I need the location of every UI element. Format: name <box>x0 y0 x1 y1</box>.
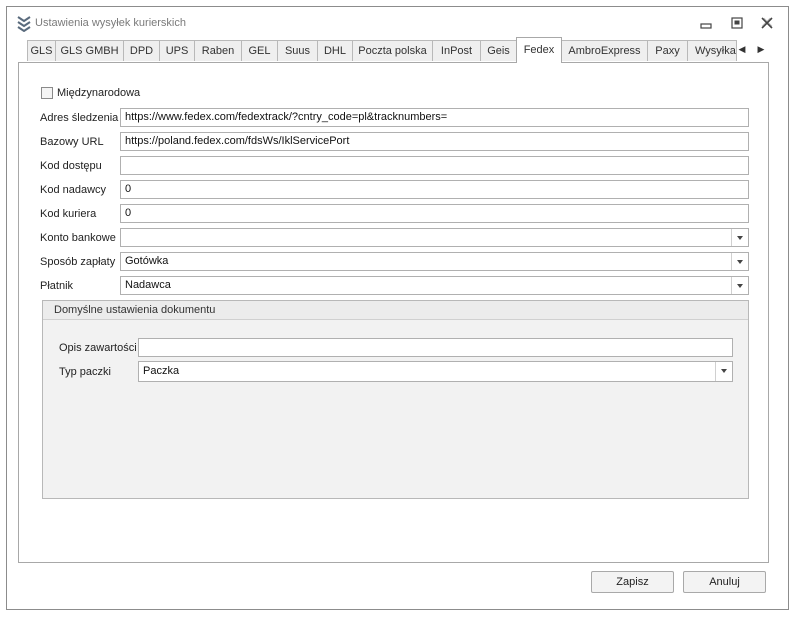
bank-account-select[interactable] <box>120 228 749 247</box>
bank-account-label: Konto bankowe <box>40 232 116 244</box>
access-code-input[interactable] <box>120 156 749 175</box>
international-checkbox[interactable] <box>41 87 53 99</box>
base-url-input[interactable]: https://poland.fedex.com/fdsWs/IklServic… <box>120 132 749 151</box>
payment-method-select[interactable]: Gotówka <box>120 252 749 271</box>
chevron-down-icon[interactable] <box>731 253 748 270</box>
courier-code-input[interactable]: 0 <box>120 204 749 223</box>
cancel-button[interactable]: Anuluj <box>683 571 766 593</box>
base-url-label: Bazowy URL <box>40 136 104 148</box>
payment-method-label: Sposób zapłaty <box>40 256 116 268</box>
chevron-down-icon[interactable] <box>731 277 748 294</box>
tracking-url-input[interactable]: https://www.fedex.com/fedextrack/?cntry_… <box>120 108 749 127</box>
payment-method-value: Gotówka <box>125 255 169 267</box>
sender-code-label: Kod nadawcy <box>40 184 107 196</box>
tracking-label: Adres śledzenia <box>40 112 119 124</box>
contents-label: Opis zawartości <box>59 342 137 354</box>
access-code-label: Kod dostępu <box>40 160 102 172</box>
chevron-down-icon[interactable] <box>731 229 748 246</box>
courier-code-label: Kod kuriera <box>40 208 97 220</box>
package-type-value: Paczka <box>143 365 180 377</box>
package-type-label: Typ paczki <box>59 366 111 378</box>
sender-code-input[interactable]: 0 <box>120 180 749 199</box>
document-defaults-group: Domyślne ustawienia dokumentu Opis zawar… <box>42 300 749 499</box>
document-defaults-title: Domyślne ustawienia dokumentu <box>54 304 216 316</box>
payer-value: Nadawca <box>125 279 171 291</box>
contents-input[interactable] <box>138 338 733 357</box>
payer-label: Płatnik <box>40 280 74 292</box>
package-type-select[interactable]: Paczka <box>138 361 733 382</box>
form-layer: Międzynarodowa Adres śledzenia https://w… <box>0 0 797 618</box>
payer-select[interactable]: Nadawca <box>120 276 749 295</box>
document-defaults-header: Domyślne ustawienia dokumentu <box>43 301 748 320</box>
save-button[interactable]: Zapisz <box>591 571 674 593</box>
international-label: Międzynarodowa <box>57 87 141 99</box>
chevron-down-icon[interactable] <box>715 362 732 381</box>
